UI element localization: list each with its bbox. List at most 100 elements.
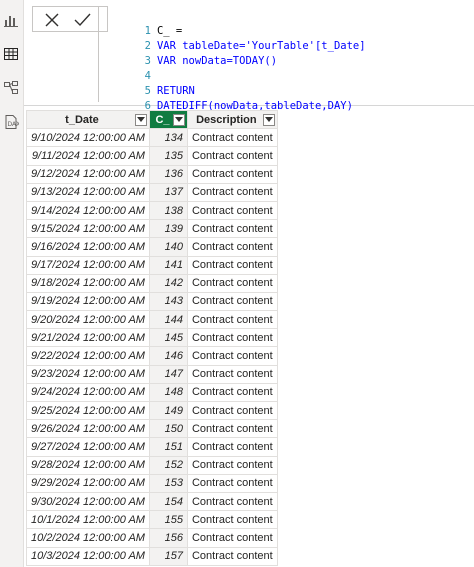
column-header-c[interactable]: C_ (148, 109, 188, 130)
cell-c[interactable]: 144 (148, 310, 188, 330)
cell-c[interactable]: 146 (148, 346, 188, 366)
cell-description[interactable]: Contract content (186, 128, 278, 148)
formula-editor[interactable]: 1 C_ = 2 VAR tableDate='YourTable'[t_Date]… (98, 6, 474, 112)
cell-t-date[interactable]: 9/17/2024 12:00:00 AM (26, 255, 150, 275)
cell-t-date[interactable]: 9/21/2024 12:00:00 AM (26, 328, 150, 348)
cell-description[interactable]: Contract content (186, 310, 278, 330)
cell-c[interactable]: 147 (148, 364, 188, 384)
table-row[interactable]: 9/15/2024 12:00:00 AM 139 Contract content (26, 219, 278, 239)
cell-description[interactable]: Contract content (186, 291, 278, 312)
table-row[interactable]: 9/28/2024 12:00:00 AM 152 Contract content (26, 455, 278, 475)
table-row[interactable]: 9/25/2024 12:00:00 AM 149 Contract content (26, 400, 278, 421)
cell-t-date[interactable]: 9/30/2024 12:00:00 AM (26, 491, 150, 512)
cell-c[interactable]: 153 (148, 473, 188, 493)
cell-description[interactable]: Contract content (186, 364, 278, 384)
cell-t-date[interactable]: 10/1/2024 12:00:00 AM (26, 510, 150, 530)
cell-t-date[interactable]: 9/29/2024 12:00:00 AM (26, 473, 150, 493)
filter-dropdown-icon[interactable] (134, 114, 147, 126)
cell-description[interactable]: Contract content (186, 491, 278, 512)
cell-c[interactable]: 141 (148, 255, 188, 275)
cell-description[interactable]: Contract content (186, 400, 278, 421)
table-row[interactable]: 10/1/2024 12:00:00 AM 155 Contract content (26, 510, 278, 530)
cell-c[interactable]: 148 (148, 382, 188, 403)
cell-t-date[interactable]: 9/10/2024 12:00:00 AM (26, 128, 150, 148)
cell-c[interactable]: 137 (148, 182, 188, 202)
table-row[interactable]: 9/18/2024 12:00:00 AM 142 Contract content (26, 273, 278, 293)
cell-description[interactable]: Contract content (186, 273, 278, 293)
cell-c[interactable]: 134 (148, 128, 188, 148)
model-view-icon[interactable] (3, 80, 19, 96)
cell-description[interactable]: Contract content (186, 328, 278, 348)
table-row[interactable]: 9/23/2024 12:00:00 AM 147 Contract content (26, 364, 278, 384)
cell-c[interactable]: 139 (148, 219, 188, 239)
cell-c[interactable]: 154 (148, 491, 188, 512)
cell-t-date[interactable]: 9/25/2024 12:00:00 AM (26, 400, 150, 421)
cell-c[interactable]: 142 (148, 273, 188, 293)
cell-description[interactable]: Contract content (186, 346, 278, 366)
cell-c[interactable]: 157 (148, 546, 188, 566)
cell-c[interactable]: 140 (148, 237, 188, 257)
table-row[interactable]: 9/27/2024 12:00:00 AM 151 Contract content (26, 437, 278, 457)
cell-c[interactable]: 151 (148, 437, 188, 457)
cell-c[interactable]: 135 (148, 146, 188, 166)
cell-description[interactable]: Contract content (186, 528, 278, 548)
cell-description[interactable]: Contract content (186, 382, 278, 403)
cell-t-date[interactable]: 9/19/2024 12:00:00 AM (26, 291, 150, 312)
cell-description[interactable]: Contract content (186, 237, 278, 257)
cell-c[interactable]: 150 (148, 419, 188, 439)
cell-t-date[interactable]: 9/26/2024 12:00:00 AM (26, 419, 150, 439)
table-row[interactable]: 10/2/2024 12:00:00 AM 156 Contract content (26, 528, 278, 548)
table-row[interactable]: 9/24/2024 12:00:00 AM 148 Contract content (26, 382, 278, 403)
filter-dropdown-icon[interactable] (172, 114, 185, 126)
cell-description[interactable]: Contract content (186, 473, 278, 493)
table-row[interactable]: 9/20/2024 12:00:00 AM 144 Contract content (26, 310, 278, 330)
cell-t-date[interactable]: 9/22/2024 12:00:00 AM (26, 346, 150, 366)
table-row[interactable]: 9/22/2024 12:00:00 AM 146 Contract content (26, 346, 278, 366)
filter-dropdown-icon[interactable] (262, 114, 275, 126)
cell-t-date[interactable]: 9/11/2024 12:00:00 AM (26, 146, 150, 166)
cell-c[interactable]: 152 (148, 455, 188, 475)
cell-t-date[interactable]: 9/15/2024 12:00:00 AM (26, 219, 150, 239)
cell-description[interactable]: Contract content (186, 182, 278, 202)
cell-description[interactable]: Contract content (186, 510, 278, 530)
cell-description[interactable]: Contract content (186, 419, 278, 439)
cell-c[interactable]: 149 (148, 400, 188, 421)
cell-description[interactable]: Contract content (186, 219, 278, 239)
cell-description[interactable]: Contract content (186, 200, 278, 221)
table-row[interactable]: 9/29/2024 12:00:00 AM 153 Contract content (26, 473, 278, 493)
table-row[interactable]: 10/3/2024 12:00:00 AM 157 Contract content (26, 546, 278, 566)
cancel-icon[interactable] (41, 10, 63, 30)
table-row[interactable]: 9/16/2024 12:00:00 AM 140 Contract content (26, 237, 278, 257)
cell-t-date[interactable]: 9/12/2024 12:00:00 AM (26, 164, 150, 184)
cell-c[interactable]: 155 (148, 510, 188, 530)
cell-t-date[interactable]: 10/3/2024 12:00:00 AM (26, 546, 150, 566)
cell-description[interactable]: Contract content (186, 146, 278, 166)
table-row[interactable]: 9/10/2024 12:00:00 AM 134 Contract content (26, 128, 278, 148)
cell-t-date[interactable]: 9/14/2024 12:00:00 AM (26, 200, 150, 221)
table-row[interactable]: 9/11/2024 12:00:00 AM 135 Contract content (26, 146, 278, 166)
column-header-t-date[interactable]: t_Date (26, 109, 150, 130)
table-row[interactable]: 9/21/2024 12:00:00 AM 145 Contract content (26, 328, 278, 348)
dax-query-view-icon[interactable]: DAX (3, 114, 20, 130)
table-row[interactable]: 9/26/2024 12:00:00 AM 150 Contract content (26, 419, 278, 439)
cell-t-date[interactable]: 9/27/2024 12:00:00 AM (26, 437, 150, 457)
cell-t-date[interactable]: 9/23/2024 12:00:00 AM (26, 364, 150, 384)
cell-c[interactable]: 145 (148, 328, 188, 348)
cell-t-date[interactable]: 9/20/2024 12:00:00 AM (26, 310, 150, 330)
cell-description[interactable]: Contract content (186, 255, 278, 275)
column-header-description[interactable]: Description (186, 109, 278, 130)
cell-t-date[interactable]: 10/2/2024 12:00:00 AM (26, 528, 150, 548)
cell-c[interactable]: 143 (148, 291, 188, 312)
table-row[interactable]: 9/14/2024 12:00:00 AM 138 Contract content (26, 200, 278, 221)
cell-t-date[interactable]: 9/28/2024 12:00:00 AM (26, 455, 150, 475)
cell-description[interactable]: Contract content (186, 455, 278, 475)
commit-check-icon[interactable] (71, 10, 93, 30)
cell-t-date[interactable]: 9/13/2024 12:00:00 AM (26, 182, 150, 202)
table-row[interactable]: 9/19/2024 12:00:00 AM 143 Contract content (26, 291, 278, 312)
table-row[interactable]: 9/13/2024 12:00:00 AM 137 Contract content (26, 182, 278, 202)
table-row[interactable]: 9/30/2024 12:00:00 AM 154 Contract content (26, 491, 278, 512)
report-view-icon[interactable] (3, 12, 19, 28)
cell-c[interactable]: 136 (148, 164, 188, 184)
cell-t-date[interactable]: 9/16/2024 12:00:00 AM (26, 237, 150, 257)
table-row[interactable]: 9/12/2024 12:00:00 AM 136 Contract content (26, 164, 278, 184)
